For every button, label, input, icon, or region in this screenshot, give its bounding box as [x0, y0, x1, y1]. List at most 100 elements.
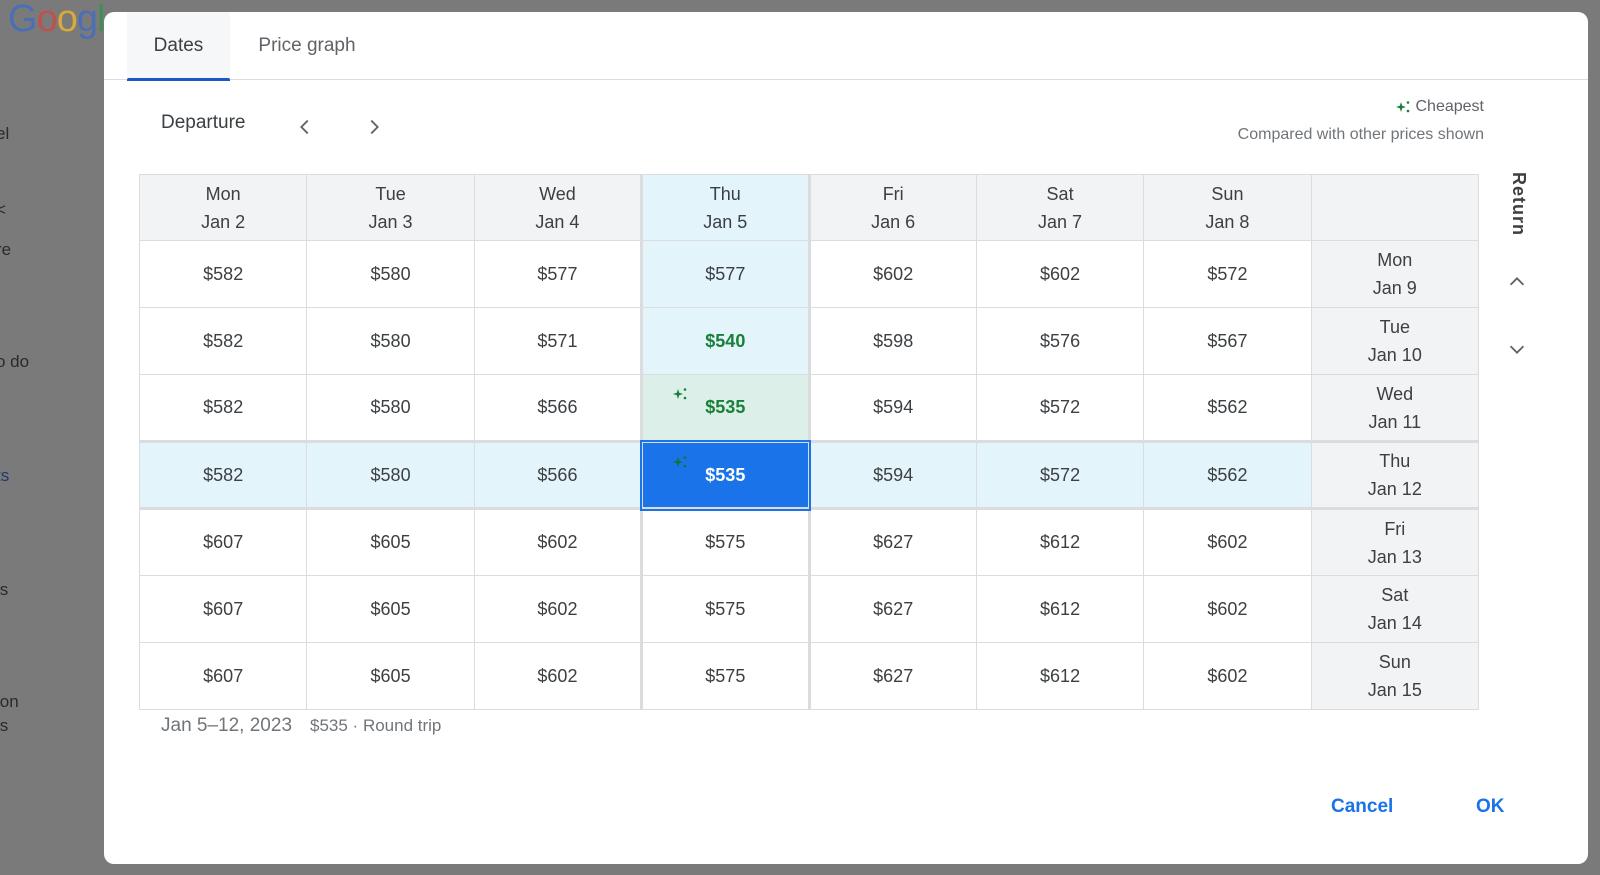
- background-nav-item: ts: [0, 466, 10, 485]
- price-cell[interactable]: $594: [808, 374, 977, 442]
- price-cell[interactable]: $572: [1143, 240, 1312, 308]
- price-cell[interactable]: $580: [306, 374, 475, 442]
- background-nav-item: ls: [0, 580, 9, 599]
- price-value: $594: [873, 464, 914, 485]
- price-cell[interactable]: $572: [975, 374, 1145, 442]
- price-cell[interactable]: $582: [138, 374, 308, 442]
- price-cell[interactable]: $562: [1143, 440, 1312, 510]
- return-date-header[interactable]: Mon Jan 9: [1310, 240, 1480, 308]
- price-cell[interactable]: $605: [306, 642, 475, 710]
- price-cell[interactable]: $575: [640, 642, 811, 710]
- return-date-row: $607 $605 $602 $575 $627 $612 $602 Sat Jan 14: [138, 575, 1480, 643]
- price-cell[interactable]: $605: [306, 508, 475, 576]
- return-date-header[interactable]: Thu Jan 12: [1310, 440, 1480, 510]
- price-value: $612: [1040, 598, 1081, 619]
- price-cell[interactable]: $607: [138, 508, 308, 576]
- price-cell[interactable]: $540: [640, 307, 811, 375]
- price-cell[interactable]: $567: [1143, 307, 1312, 375]
- price-cell[interactable]: $580: [306, 307, 475, 375]
- price-cell[interactable]: $612: [975, 575, 1145, 643]
- price-value: $580: [370, 263, 411, 284]
- price-cell[interactable]: $575: [640, 575, 811, 643]
- price-cell[interactable]: $580: [306, 240, 475, 308]
- cancel-button[interactable]: Cancel: [1331, 796, 1393, 818]
- return-day: Sun: [1378, 652, 1411, 672]
- price-cell[interactable]: $577: [473, 240, 643, 308]
- price-grid: Mon Jan 2 Tue Jan 3 Wed Jan 4 Thu Jan 5 Fri Jan 6…: [138, 174, 1480, 710]
- price-cell[interactable]: $577: [640, 240, 811, 308]
- price-cell[interactable]: $602: [1143, 508, 1312, 576]
- return-date: Jan 9: [1372, 278, 1417, 298]
- header-date: Jan 7: [1038, 211, 1083, 232]
- price-cell[interactable]: $602: [473, 508, 643, 576]
- price-cell[interactable]: $605: [306, 575, 475, 643]
- tab-dates[interactable]: Dates: [127, 12, 230, 81]
- price-cell[interactable]: $582: [138, 307, 308, 375]
- departure-prev-button[interactable]: [290, 112, 320, 142]
- price-cell[interactable]: $535: [639, 439, 812, 511]
- price-cell[interactable]: $607: [138, 642, 308, 710]
- price-cell[interactable]: $566: [473, 374, 643, 442]
- price-cell[interactable]: $602: [808, 240, 977, 308]
- departure-date-header[interactable]: Tue Jan 3: [306, 174, 475, 241]
- price-cell[interactable]: $572: [975, 440, 1145, 510]
- price-value: $607: [203, 532, 244, 552]
- price-cell[interactable]: $612: [975, 642, 1145, 710]
- return-date-row: $582 $580 $566 $535 $594 $572 $562 Wed Jan 11: [138, 374, 1480, 442]
- return-next-button[interactable]: [1502, 334, 1532, 364]
- price-value: $577: [705, 263, 746, 284]
- departure-next-button[interactable]: [359, 112, 389, 142]
- summary-dates: Jan 5–12, 2023: [161, 715, 293, 736]
- return-date-header[interactable]: Sat Jan 14: [1310, 575, 1480, 643]
- price-cell[interactable]: $602: [1143, 642, 1312, 710]
- departure-date-header[interactable]: Mon Jan 2: [138, 174, 308, 241]
- departure-date-header[interactable]: Sat Jan 7: [975, 174, 1145, 241]
- summary-price: $535 · Round trip: [310, 716, 442, 735]
- price-value: $598: [873, 330, 914, 351]
- sparkle-icon: [673, 455, 689, 472]
- ok-button[interactable]: OK: [1476, 796, 1505, 818]
- price-value: $575: [705, 598, 746, 619]
- price-value: $577: [537, 263, 578, 284]
- departure-date-header[interactable]: Fri Jan 6: [808, 174, 977, 241]
- price-cell[interactable]: $566: [473, 440, 643, 510]
- price-cell[interactable]: $602: [473, 575, 643, 643]
- price-cell[interactable]: $598: [808, 307, 977, 375]
- chevron-down-icon: [1509, 345, 1525, 354]
- return-date-row: $582 $580 $571 $540 $598 $576 $567 Tue Jan 10: [138, 307, 1480, 375]
- return-date-row: $607 $605 $602 $575 $627 $612 $602 Fri Jan 13: [138, 508, 1480, 576]
- price-cell[interactable]: $602: [975, 240, 1145, 308]
- return-prev-button[interactable]: [1502, 267, 1532, 297]
- price-cell[interactable]: $594: [808, 440, 977, 510]
- return-day: Mon: [1377, 250, 1413, 270]
- price-cell[interactable]: $571: [473, 307, 643, 375]
- price-cell[interactable]: $580: [306, 440, 475, 510]
- price-cell[interactable]: $627: [808, 575, 977, 643]
- return-date-header[interactable]: Tue Jan 10: [1310, 307, 1480, 375]
- price-cell[interactable]: $576: [975, 307, 1145, 375]
- price-cell[interactable]: $582: [138, 240, 308, 308]
- price-cell[interactable]: $575: [640, 508, 811, 576]
- price-cell[interactable]: $602: [473, 642, 643, 710]
- header-date: Jan 5: [703, 211, 748, 232]
- price-cell[interactable]: $627: [808, 508, 977, 576]
- price-cell[interactable]: $607: [138, 575, 308, 643]
- header-day: Tue: [375, 183, 406, 204]
- return-day: Thu: [1379, 451, 1411, 471]
- price-cell[interactable]: $562: [1143, 374, 1312, 442]
- return-day: Tue: [1379, 317, 1410, 337]
- departure-date-header[interactable]: Thu Jan 5: [640, 174, 811, 241]
- tab-price-graph[interactable]: Price graph: [230, 12, 384, 80]
- price-cell[interactable]: $627: [808, 642, 977, 710]
- return-date-header[interactable]: Fri Jan 13: [1310, 508, 1480, 576]
- price-value: $605: [370, 665, 411, 686]
- header-day: Thu: [709, 183, 741, 204]
- price-cell[interactable]: $582: [138, 440, 308, 510]
- departure-date-header[interactable]: Wed Jan 4: [473, 174, 643, 241]
- price-cell[interactable]: $602: [1143, 575, 1312, 643]
- departure-date-header[interactable]: Sun Jan 8: [1143, 174, 1312, 241]
- price-cell[interactable]: $535: [640, 374, 811, 442]
- price-cell[interactable]: $612: [975, 508, 1145, 576]
- return-date-header[interactable]: Sun Jan 15: [1310, 642, 1480, 710]
- return-date-header[interactable]: Wed Jan 11: [1310, 374, 1480, 442]
